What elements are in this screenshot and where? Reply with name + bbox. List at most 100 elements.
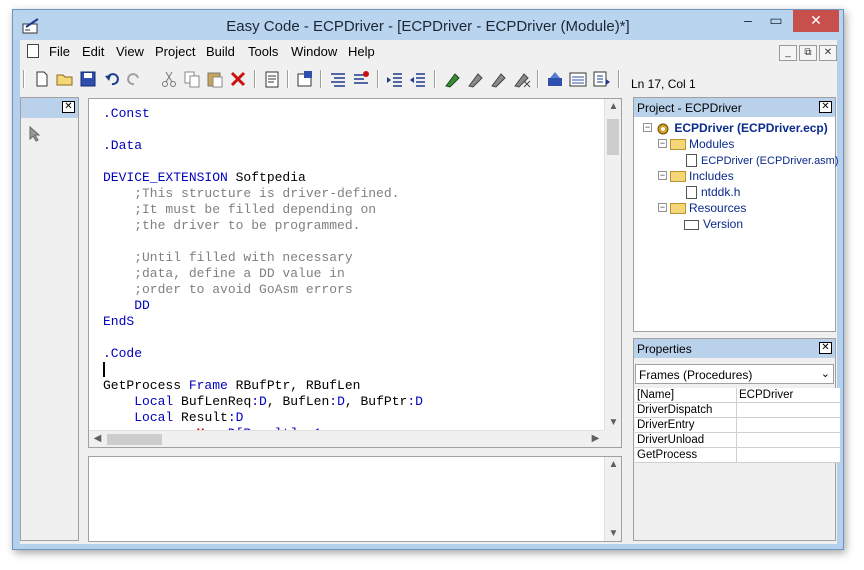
maximize-button[interactable]: ▭	[761, 10, 791, 32]
chevron-down-icon[interactable]: ⌄	[821, 367, 830, 380]
menu-project[interactable]: Project	[155, 44, 195, 59]
title-bar[interactable]: Easy Code - ECPDriver - [ECPDriver - ECP…	[13, 10, 843, 40]
code-line[interactable]: ;data, define a DD value in	[103, 266, 603, 282]
paste-icon[interactable]	[205, 69, 225, 89]
save-icon[interactable]	[78, 69, 98, 89]
code-line[interactable]: .Code	[103, 346, 603, 362]
collapse-icon[interactable]: −	[658, 203, 667, 212]
collapse-icon[interactable]: −	[643, 123, 652, 132]
menu-edit[interactable]: Edit	[82, 44, 104, 59]
property-row[interactable]: DriverEntry	[635, 418, 840, 433]
code-line[interactable]	[103, 154, 603, 170]
project-pane-close-button[interactable]: ✕	[819, 101, 832, 113]
editor-horizontal-scroll-thumb[interactable]	[107, 434, 162, 445]
output-vertical-scrollbar[interactable]: ▲ ▼	[604, 457, 621, 541]
toolbox-close-button[interactable]: ✕	[62, 101, 75, 113]
new-file-icon[interactable]	[32, 69, 52, 89]
code-line[interactable]: EndS	[103, 314, 603, 330]
property-row[interactable]: DriverUnload	[635, 433, 840, 448]
scroll-up-icon[interactable]: ▲	[605, 101, 622, 112]
scroll-down-icon[interactable]: ▼	[605, 417, 622, 428]
tree-modules[interactable]: Modules	[670, 136, 734, 152]
code-line[interactable]: DD	[103, 298, 603, 314]
editor-vertical-scroll-thumb[interactable]	[607, 119, 619, 155]
code-text[interactable]: .Const .Data DEVICE_EXTENSION Softpedia ;T…	[103, 106, 603, 430]
document-icon[interactable]	[27, 44, 39, 58]
code-line[interactable]: DEVICE_EXTENSION Softpedia	[103, 170, 603, 186]
code-line[interactable]: ;It must be filled depending on	[103, 202, 603, 218]
build-all-icon[interactable]	[568, 69, 588, 89]
menu-help[interactable]: Help	[348, 44, 375, 59]
pointer-icon[interactable]	[29, 126, 41, 142]
folder-icon	[670, 171, 686, 183]
tree-root[interactable]: ECPDriver (ECPDriver.ecp)	[655, 120, 828, 136]
code-line[interactable]	[103, 234, 603, 250]
property-row[interactable]: GetProcess	[635, 448, 840, 463]
editor-vertical-scrollbar[interactable]: ▲ ▼	[604, 99, 621, 430]
scroll-up-icon[interactable]: ▲	[605, 459, 622, 470]
code-line[interactable]	[103, 330, 603, 346]
frames-combo[interactable]: Frames (Procedures) ⌄	[635, 364, 834, 384]
code-editor[interactable]: .Const .Data DEVICE_EXTENSION Softpedia ;T…	[88, 98, 622, 448]
property-row[interactable]: DriverDispatch	[635, 403, 840, 418]
scroll-down-icon[interactable]: ▼	[605, 528, 622, 539]
code-line[interactable]: Local BufLenReq:D, BufLen:D, BufPtr:D	[103, 394, 603, 410]
code-line[interactable]: GetProcess Frame RBufPtr, RBufLen	[103, 378, 603, 394]
code-line[interactable]: ;Until filled with necessary	[103, 250, 603, 266]
scroll-right-icon[interactable]: ▶	[587, 433, 604, 444]
toolbar-separator	[434, 70, 436, 88]
open-folder-icon[interactable]	[55, 69, 75, 89]
menu-tools[interactable]: Tools	[248, 44, 278, 59]
properties-icon[interactable]	[262, 69, 282, 89]
next-bookmark-icon[interactable]	[466, 69, 486, 89]
scroll-left-icon[interactable]: ◀	[89, 433, 106, 444]
outdent-icon[interactable]	[408, 69, 428, 89]
tree-include-file[interactable]: ntddk.h	[686, 184, 740, 200]
cut-icon[interactable]	[159, 69, 179, 89]
tree-includes[interactable]: Includes	[670, 168, 734, 184]
undo-icon[interactable]	[103, 69, 123, 89]
tree-module-file[interactable]: ECPDriver (ECPDriver.asm)	[686, 152, 839, 168]
toggle-bookmark-icon[interactable]	[443, 69, 463, 89]
property-value[interactable]: ECPDriver	[739, 388, 793, 402]
collapse-icon[interactable]: −	[658, 139, 667, 148]
code-line[interactable]: ;order to avoid GoAsm errors	[103, 282, 603, 298]
redo-icon[interactable]	[123, 69, 143, 89]
mdi-minimize-button[interactable]: _	[779, 45, 797, 61]
menu-window[interactable]: Window	[291, 44, 337, 59]
close-button[interactable]: ✕	[793, 10, 839, 32]
copy-icon[interactable]	[182, 69, 202, 89]
tree-resources[interactable]: Resources	[670, 200, 746, 216]
code-line[interactable]: .Data	[103, 138, 603, 154]
indent-icon[interactable]	[385, 69, 405, 89]
property-row[interactable]: [Name] ECPDriver	[635, 388, 840, 403]
output-pane[interactable]: ▲ ▼	[88, 456, 622, 542]
code-line[interactable]: ;This structure is driver-defined.	[103, 186, 603, 202]
code-line[interactable]: Local Result:D	[103, 410, 603, 426]
code-line[interactable]	[103, 122, 603, 138]
build-icon[interactable]	[545, 69, 565, 89]
minimize-button[interactable]: –	[733, 10, 763, 32]
run-icon[interactable]	[591, 69, 611, 89]
uncomment-icon[interactable]	[351, 69, 371, 89]
toolbar-separator	[287, 70, 289, 88]
code-line[interactable]: ;the driver to be programmed.	[103, 218, 603, 234]
mdi-close-button[interactable]: ✕	[819, 45, 837, 61]
menu-view[interactable]: View	[116, 44, 144, 59]
code-line[interactable]	[103, 362, 603, 378]
code-line[interactable]: .Const	[103, 106, 603, 122]
comment-icon[interactable]	[328, 69, 348, 89]
includes-label: Includes	[689, 169, 734, 183]
clear-bookmarks-icon[interactable]	[512, 69, 532, 89]
editor-horizontal-scrollbar[interactable]: ◀ ▶	[89, 430, 604, 447]
tree-resource-file[interactable]: Version	[684, 216, 743, 232]
menu-build[interactable]: Build	[206, 44, 235, 59]
properties-close-button[interactable]: ✕	[819, 342, 832, 354]
mdi-restore-button[interactable]: ⧉	[799, 45, 817, 61]
collapse-icon[interactable]: −	[658, 171, 667, 180]
delete-icon[interactable]	[228, 69, 248, 89]
prev-bookmark-icon[interactable]	[489, 69, 509, 89]
menu-file[interactable]: File	[49, 44, 70, 59]
project-properties-icon[interactable]	[295, 69, 315, 89]
